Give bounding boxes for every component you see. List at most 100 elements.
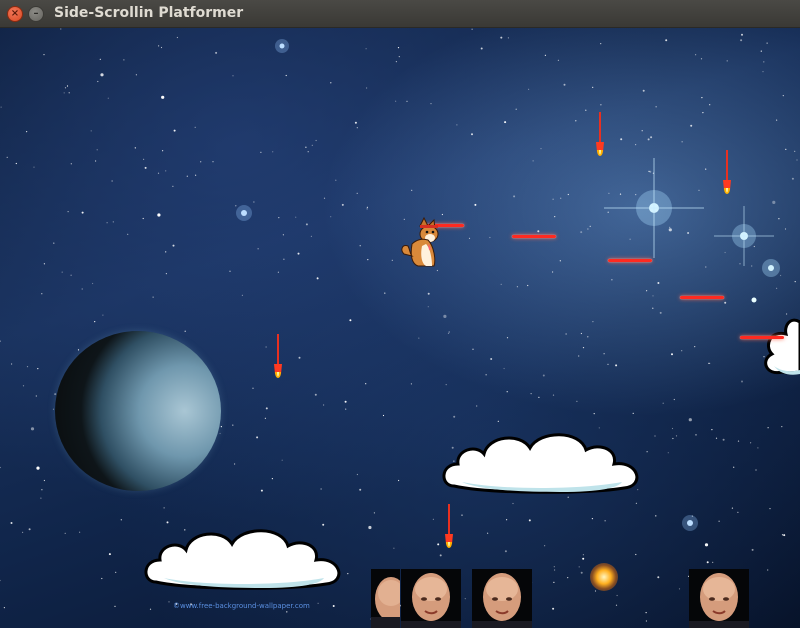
star-dot	[40, 497, 42, 499]
star-dot	[757, 447, 759, 449]
star-dot	[272, 151, 274, 153]
star-dot	[176, 36, 178, 39]
star-dot	[554, 569, 556, 571]
star-dot	[391, 259, 393, 261]
star-dot	[740, 39, 743, 42]
star-dot	[101, 577, 103, 580]
star-dot	[687, 232, 690, 234]
player-dog-sprite	[401, 216, 439, 267]
star-dot	[184, 330, 186, 332]
star-dot	[694, 346, 696, 348]
star-dot	[373, 512, 375, 514]
star-dot	[307, 151, 309, 153]
star-dot	[567, 193, 569, 196]
star-dot	[323, 404, 325, 406]
star-dot	[135, 74, 137, 76]
star-dot	[253, 201, 255, 203]
star-dot	[755, 469, 757, 471]
star-dot	[537, 230, 540, 233]
star-dot	[642, 89, 645, 92]
star-dot	[668, 228, 672, 232]
star-dot	[616, 594, 618, 597]
star-dot	[0, 466, 1, 469]
star-dot	[575, 120, 577, 122]
star-dot	[70, 274, 72, 276]
enemy-face-sprite	[371, 569, 400, 628]
close-window-button[interactable]: ×	[7, 6, 23, 22]
star-dot	[794, 281, 796, 283]
star-dot	[64, 532, 66, 534]
star-dot	[580, 231, 583, 234]
star-dot	[786, 313, 788, 315]
star-dot	[52, 408, 55, 410]
star-dot	[724, 301, 727, 304]
star-dot	[172, 185, 174, 187]
star-dot	[393, 547, 395, 549]
star-dot	[368, 525, 372, 530]
star-dot	[489, 236, 491, 239]
star-dot	[553, 566, 555, 568]
star-dot	[100, 73, 104, 77]
star-dot	[277, 271, 279, 273]
star-dot	[485, 374, 487, 376]
star-dot	[701, 97, 703, 99]
orange-star	[590, 563, 618, 591]
star-dot	[43, 54, 45, 56]
star-dot	[700, 58, 703, 60]
star-dot	[165, 273, 167, 275]
star-dot	[456, 124, 458, 126]
star-dot	[641, 130, 643, 132]
star-dot	[257, 248, 259, 250]
minimize-window-button[interactable]: –	[28, 6, 44, 22]
star-dot	[784, 228, 787, 230]
star-dot	[553, 581, 555, 584]
star-dot	[552, 394, 555, 396]
star-dot	[603, 353, 605, 355]
star-dot	[530, 393, 532, 395]
star-dot	[232, 424, 234, 426]
star-dot	[341, 203, 344, 206]
star-dot	[106, 222, 108, 224]
star-dot	[165, 251, 167, 253]
star-dot	[398, 56, 400, 58]
star-dot	[560, 197, 562, 199]
star-dot	[157, 213, 161, 217]
star-dot	[229, 270, 231, 272]
star-dot	[589, 225, 591, 227]
star-dot	[315, 139, 317, 142]
star-dot	[3, 607, 5, 609]
star-dot	[507, 37, 509, 39]
star-dot	[144, 166, 147, 169]
star-dot	[265, 346, 267, 348]
star-dot	[544, 545, 546, 547]
game-canvas[interactable]: ©www.free-background-wallpaper.com	[0, 28, 800, 628]
star-dot	[474, 203, 477, 206]
star-dot	[15, 162, 17, 165]
star-dot	[528, 88, 530, 90]
star-dot	[441, 213, 443, 216]
star-dot	[468, 237, 471, 239]
star-dot	[26, 131, 28, 133]
star-dot	[704, 543, 709, 547]
star-dot	[645, 620, 648, 622]
star-dot	[776, 119, 778, 121]
star-dot	[513, 195, 516, 198]
star-dot	[726, 60, 728, 62]
star-dot	[61, 271, 63, 273]
star-dot	[53, 242, 55, 244]
star-dot	[311, 144, 313, 146]
star-dot	[500, 36, 503, 39]
star-dot	[194, 126, 196, 128]
star-dot	[70, 163, 72, 165]
star-dot	[500, 283, 502, 285]
star-dot	[472, 348, 474, 350]
laser-beam	[740, 336, 784, 339]
star-dot	[432, 518, 434, 520]
star-dot	[356, 127, 358, 129]
star-dot	[705, 266, 707, 268]
star-dot	[737, 440, 740, 442]
star-dot	[36, 466, 40, 470]
star-dot	[158, 45, 160, 47]
star-dot	[406, 100, 408, 102]
star-dot	[305, 223, 308, 226]
